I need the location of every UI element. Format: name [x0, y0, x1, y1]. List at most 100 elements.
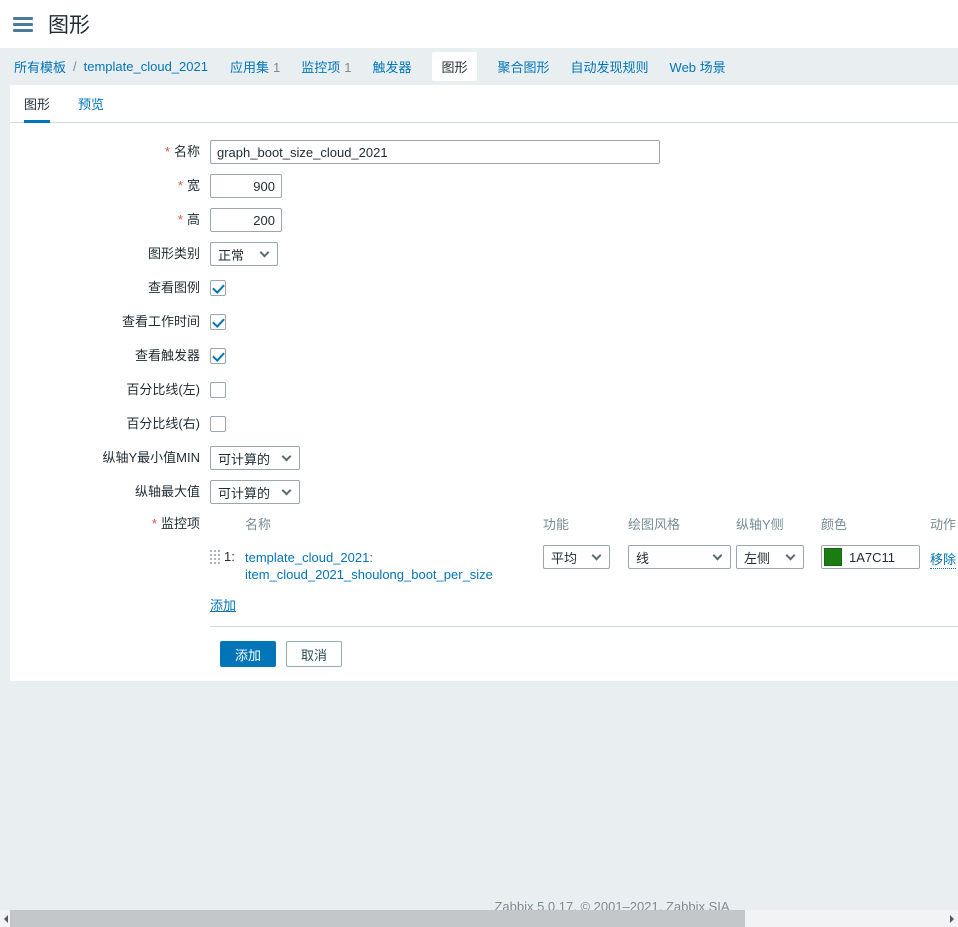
- percentile-left-checkbox[interactable]: [210, 382, 226, 398]
- nav-web-scenarios[interactable]: Web 场景: [670, 57, 726, 76]
- y-side-cell: 左侧: [736, 545, 821, 569]
- nav-items[interactable]: 监控项1: [301, 57, 351, 76]
- graph-type-value: 正常: [218, 245, 244, 264]
- hamburger-menu-icon[interactable]: [13, 17, 33, 32]
- percentile-right-label: 百分比线(右): [10, 412, 210, 436]
- items-table: 名称 功能 绘图风格 纵轴Y侧 颜色 动作 1: template_cloud_…: [210, 514, 958, 627]
- add-button[interactable]: 添加: [220, 641, 276, 667]
- column-header-color: 颜色: [821, 514, 930, 545]
- items-count: 1: [344, 60, 351, 75]
- graph-form-card: 图形 预览 名称 宽 高 图形类别: [10, 85, 958, 681]
- chevron-down-icon: [282, 451, 292, 461]
- page-header: 图形: [0, 0, 958, 48]
- percentile-right-row: 百分比线(右): [10, 412, 958, 436]
- horizontal-scrollbar[interactable]: [0, 910, 958, 927]
- column-header-draw-style: 绘图风格: [628, 514, 736, 545]
- scrollbar-thumb[interactable]: [10, 910, 745, 927]
- breadcrumb: 所有模板 / template_cloud_2021 应用集1 监控项1 触发器…: [0, 48, 958, 85]
- function-value: 平均: [551, 548, 577, 567]
- applications-count: 1: [273, 60, 280, 75]
- color-cell: 1A7C11: [821, 545, 930, 569]
- breadcrumb-template-link[interactable]: template_cloud_2021: [84, 59, 208, 74]
- name-row: 名称: [10, 140, 958, 164]
- y-side-select[interactable]: 左侧: [736, 545, 804, 569]
- items-label: 监控项: [10, 514, 210, 532]
- chevron-down-icon: [592, 550, 602, 560]
- y-max-value: 可计算的: [218, 483, 270, 502]
- remove-item-link[interactable]: 移除: [930, 549, 956, 569]
- site-footer: Zabbix 5.0.17. © 2001–2021, Zabbix SIA: [0, 681, 958, 914]
- draw-style-cell: 线: [628, 545, 736, 569]
- cancel-button[interactable]: 取消: [286, 641, 342, 667]
- page-title: 图形: [48, 9, 90, 39]
- y-max-row: 纵轴最大值 可计算的: [10, 480, 958, 504]
- add-item-link[interactable]: 添加: [210, 595, 236, 614]
- graph-form: 名称 宽 高 图形类别 正常: [10, 123, 958, 681]
- height-label: 高: [10, 208, 210, 232]
- percentile-left-label: 百分比线(左): [10, 378, 210, 402]
- show-legend-checkbox[interactable]: [210, 280, 226, 296]
- column-header-action: 动作: [930, 514, 958, 545]
- height-row: 高: [10, 208, 958, 232]
- color-swatch[interactable]: [824, 548, 842, 566]
- height-input[interactable]: [210, 208, 282, 232]
- nav-applications[interactable]: 应用集1: [230, 57, 280, 76]
- viewport: 图形 所有模板 / template_cloud_2021 应用集1 监控项1 …: [0, 0, 958, 927]
- graph-type-label: 图形类别: [10, 242, 210, 266]
- name-label: 名称: [10, 140, 210, 164]
- show-triggers-row: 查看触发器: [10, 344, 958, 368]
- nav-triggers[interactable]: 触发器: [372, 57, 411, 76]
- left-arrow-icon: [0, 915, 8, 923]
- chevron-down-icon: [786, 550, 796, 560]
- y-min-row: 纵轴Y最小值MIN 可计算的: [10, 446, 958, 470]
- chevron-down-icon: [260, 247, 270, 257]
- column-header-function: 功能: [543, 514, 628, 545]
- color-value: 1A7C11: [842, 550, 895, 565]
- form-actions: 添加 取消: [220, 627, 958, 667]
- function-select[interactable]: 平均: [543, 545, 610, 569]
- width-label: 宽: [10, 174, 210, 198]
- right-arrow-icon: [950, 915, 958, 923]
- draw-style-select[interactable]: 线: [628, 545, 731, 569]
- template-nav-menu: 应用集1 监控项1 触发器 图形 聚合图形 自动发现规则 Web 场景: [230, 52, 747, 81]
- items-row: 监控项 名称 功能 绘图风格 纵轴Y侧 颜色 动作 1:: [10, 514, 958, 627]
- chevron-down-icon: [282, 485, 292, 495]
- y-min-label: 纵轴Y最小值MIN: [10, 446, 210, 470]
- nav-graphs-active: 图形: [432, 52, 476, 81]
- percentile-right-checkbox[interactable]: [210, 416, 226, 432]
- item-link[interactable]: template_cloud_2021:item_cloud_2021_shou…: [245, 545, 493, 583]
- show-working-time-checkbox[interactable]: [210, 314, 226, 330]
- show-legend-label: 查看图例: [10, 276, 210, 300]
- breadcrumb-all-templates[interactable]: 所有模板: [14, 57, 66, 76]
- show-triggers-checkbox[interactable]: [210, 348, 226, 364]
- breadcrumb-separator: /: [73, 59, 77, 74]
- percentile-left-row: 百分比线(左): [10, 378, 958, 402]
- graph-type-select[interactable]: 正常: [210, 242, 278, 266]
- y-min-select[interactable]: 可计算的: [210, 446, 300, 470]
- tab-preview[interactable]: 预览: [78, 85, 104, 123]
- color-picker[interactable]: 1A7C11: [821, 545, 920, 569]
- show-legend-row: 查看图例: [10, 276, 958, 300]
- form-tabs: 图形 预览: [10, 85, 958, 123]
- tab-graph[interactable]: 图形: [24, 85, 50, 123]
- item-row-number: 1:: [224, 545, 245, 564]
- page: 图形 所有模板 / template_cloud_2021 应用集1 监控项1 …: [0, 0, 958, 914]
- table-row-name-cell: template_cloud_2021:item_cloud_2021_shou…: [245, 545, 543, 583]
- y-side-value: 左侧: [744, 548, 770, 567]
- nav-discovery-rules[interactable]: 自动发现规则: [571, 57, 649, 76]
- y-max-select[interactable]: 可计算的: [210, 480, 300, 504]
- y-min-value: 可计算的: [218, 449, 270, 468]
- width-input[interactable]: [210, 174, 282, 198]
- scroll-right-arrow[interactable]: [946, 910, 958, 927]
- drag-handle-icon[interactable]: [210, 550, 224, 564]
- chevron-down-icon: [713, 550, 723, 560]
- width-row: 宽: [10, 174, 958, 198]
- show-working-time-row: 查看工作时间: [10, 310, 958, 334]
- function-cell: 平均: [543, 545, 628, 569]
- column-header-y-side: 纵轴Y侧: [736, 514, 821, 545]
- graph-type-row: 图形类别 正常: [10, 242, 958, 266]
- nav-screens[interactable]: 聚合图形: [498, 57, 550, 76]
- show-triggers-label: 查看触发器: [10, 344, 210, 368]
- name-input[interactable]: [210, 140, 660, 164]
- draw-style-value: 线: [636, 548, 649, 567]
